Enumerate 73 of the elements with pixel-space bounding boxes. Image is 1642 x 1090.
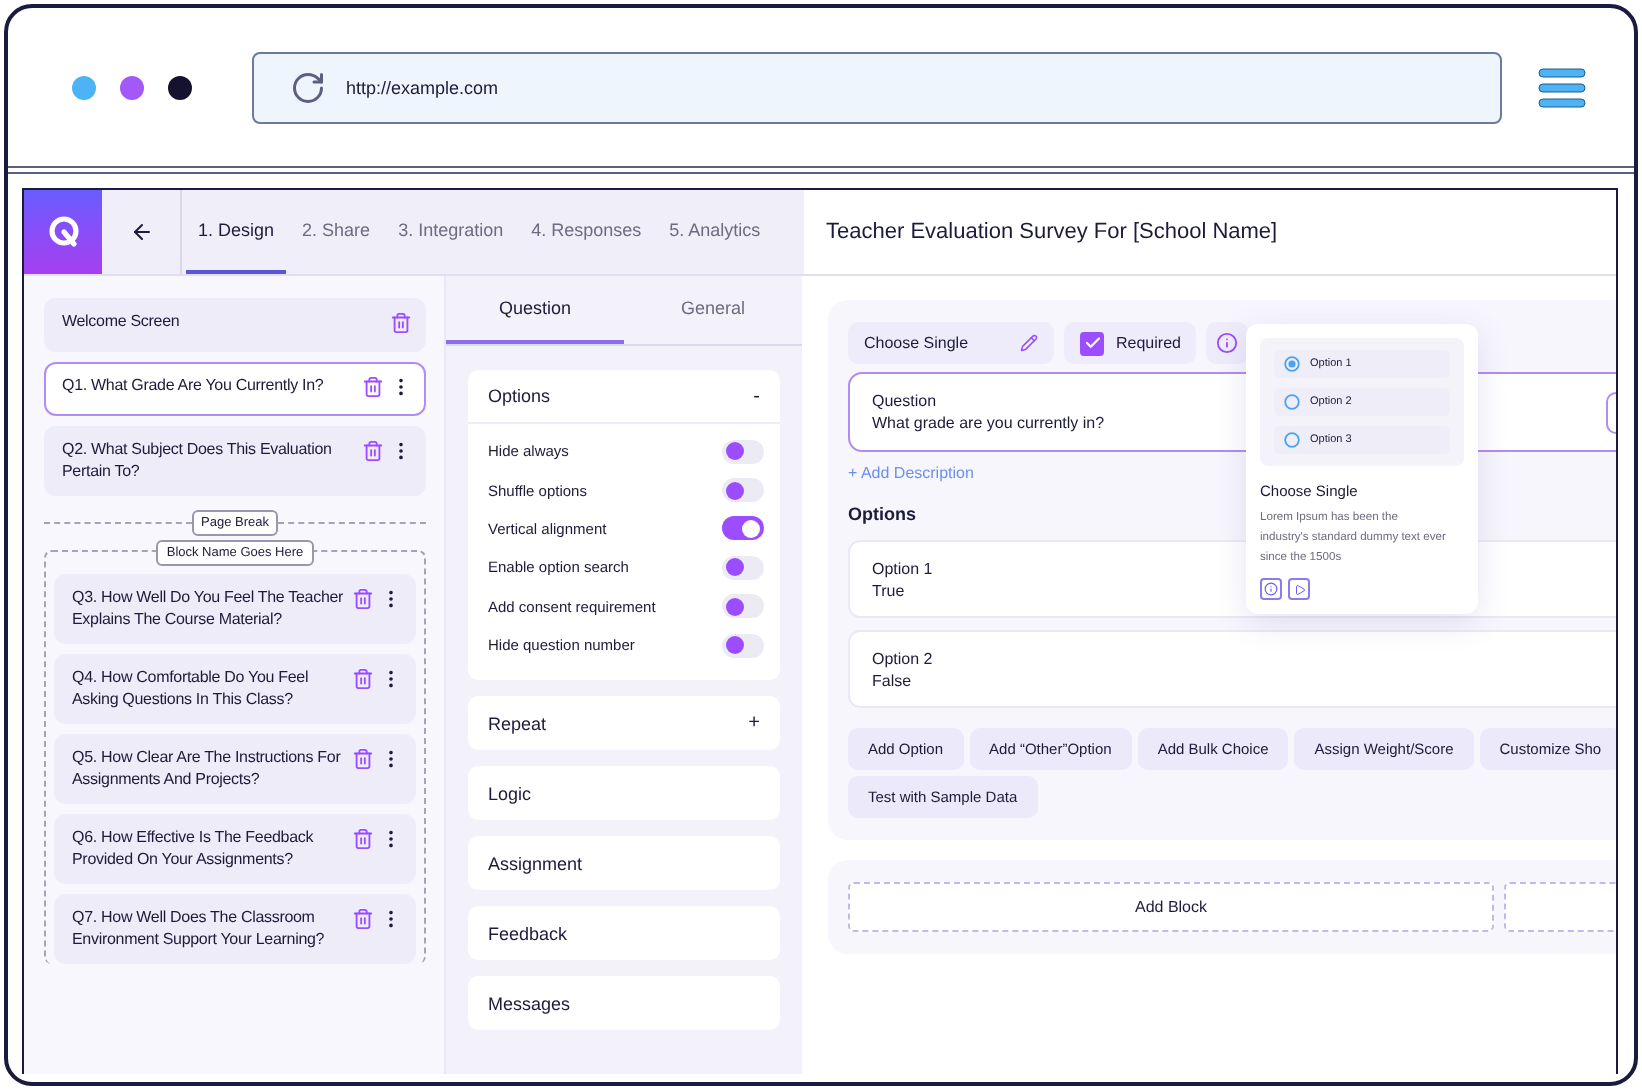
option-card[interactable]: Option 2 False	[848, 630, 1616, 708]
sidebar-item[interactable]: Q1. What Grade Are You Currently In?	[44, 362, 426, 416]
menu-icon[interactable]	[1538, 67, 1586, 107]
toggle-switch[interactable]	[722, 478, 764, 503]
sidebar-item[interactable]: Welcome Screen	[44, 298, 426, 352]
info-button[interactable]	[1206, 322, 1249, 364]
section-header[interactable]: Messages	[468, 976, 780, 1031]
pencil-icon	[1020, 334, 1038, 352]
trash-icon[interactable]	[352, 828, 374, 850]
settings-tab[interactable]: General	[624, 276, 802, 344]
sidebar-item[interactable]: Q5. How Clear Are The Instructions For Assignments And Projects?	[54, 734, 416, 804]
info-button[interactable]	[1260, 578, 1282, 600]
window-dot	[168, 75, 192, 99]
settings-tab[interactable]: Question	[446, 276, 624, 344]
sidebar-item[interactable]: Q6. How Effective Is The Feedback Provided On Your Assignments?	[54, 814, 416, 884]
field-label: Question	[872, 392, 937, 410]
trash-icon[interactable]	[362, 440, 384, 462]
arrow-left-icon	[129, 220, 153, 244]
play-button[interactable]	[1288, 578, 1310, 600]
sidebar-item[interactable]: Q3. How Well Do You Feel The Teacher Explains The Course Material?	[54, 574, 416, 644]
toggle-switch[interactable]	[722, 439, 764, 464]
section-header[interactable]: Feedback	[468, 906, 780, 961]
address-bar[interactable]: http://example.com	[252, 51, 1502, 123]
section-header[interactable]: Repeat +	[468, 696, 780, 751]
section-header[interactable]: Logic	[468, 766, 780, 821]
play-icon	[1293, 583, 1305, 595]
info-icon	[1216, 332, 1239, 354]
item-label: Q6. How Effective Is The Feedback Provided On Your Assignments?	[72, 828, 316, 870]
window-dot	[120, 75, 144, 99]
nav-tab[interactable]: 3. Integration	[386, 190, 516, 274]
options-heading: Options	[848, 504, 916, 524]
logo-icon	[45, 214, 81, 250]
question-type-chip[interactable]: Choose Single	[848, 322, 1054, 364]
item-label: Q7. How Well Does The Classroom Environment Support Your Learning?	[72, 908, 327, 950]
required-checkbox[interactable]: Required	[1064, 322, 1197, 364]
sidebar-item[interactable]: Q7. How Well Does The Classroom Environment Support Your Learning?	[54, 894, 416, 964]
option-label: Option 1	[872, 559, 933, 577]
checkbox[interactable]	[1080, 331, 1104, 355]
question-input[interactable]: What grade are you currently in?	[872, 414, 1352, 432]
trash-icon[interactable]	[352, 588, 374, 610]
section-header[interactable]: Options -	[468, 370, 780, 424]
toggle-switch[interactable]	[722, 516, 764, 541]
nav-tab[interactable]: 4. Responses	[519, 190, 654, 274]
item-label: Q2. What Subject Does This Evaluation Pertain To?	[62, 440, 334, 482]
survey-title: Teacher Evaluation Survey For [School Name]	[826, 220, 1278, 244]
trash-icon[interactable]	[352, 748, 374, 770]
window-dot	[72, 75, 96, 99]
item-label: Q1. What Grade Are You Currently In?	[62, 376, 326, 397]
item-label: Q5. How Clear Are The Instructions For Assignments And Projects?	[72, 748, 343, 790]
toggle-switch[interactable]	[722, 594, 764, 619]
reload-icon[interactable]	[290, 69, 326, 105]
trash-icon[interactable]	[390, 312, 412, 334]
section-header[interactable]: Assignment	[468, 836, 780, 891]
item-label: Welcome Screen	[62, 312, 182, 333]
check-icon	[1083, 334, 1101, 352]
item-label: Q3. How Well Do You Feel The Teacher Explains The Course Material?	[72, 588, 346, 630]
add-block-button[interactable]: Add Block	[848, 882, 1494, 932]
trash-icon[interactable]	[362, 376, 384, 398]
item-label: Q4. How Comfortable Do You Feel Asking Questions In This Class?	[72, 668, 311, 710]
url-text: http://example.com	[346, 77, 499, 97]
nav-tab[interactable]: 2. Share	[290, 190, 383, 274]
option-value: True	[872, 581, 905, 599]
info-icon	[1264, 582, 1278, 596]
option-label: Option 2	[872, 649, 933, 667]
sidebar-item[interactable]: Q2. What Subject Does This Evaluation Pertain To?	[44, 426, 426, 496]
option-value: False	[872, 671, 912, 689]
toggle-switch[interactable]	[722, 555, 764, 580]
trash-icon[interactable]	[352, 668, 374, 690]
app-logo[interactable]	[24, 190, 102, 274]
trash-icon[interactable]	[352, 908, 374, 930]
toggle-switch[interactable]	[722, 633, 764, 658]
sidebar-item[interactable]: Q4. How Comfortable Do You Feel Asking Questions In This Class?	[54, 654, 416, 724]
nav-tab[interactable]: 5. Analytics	[657, 190, 773, 274]
